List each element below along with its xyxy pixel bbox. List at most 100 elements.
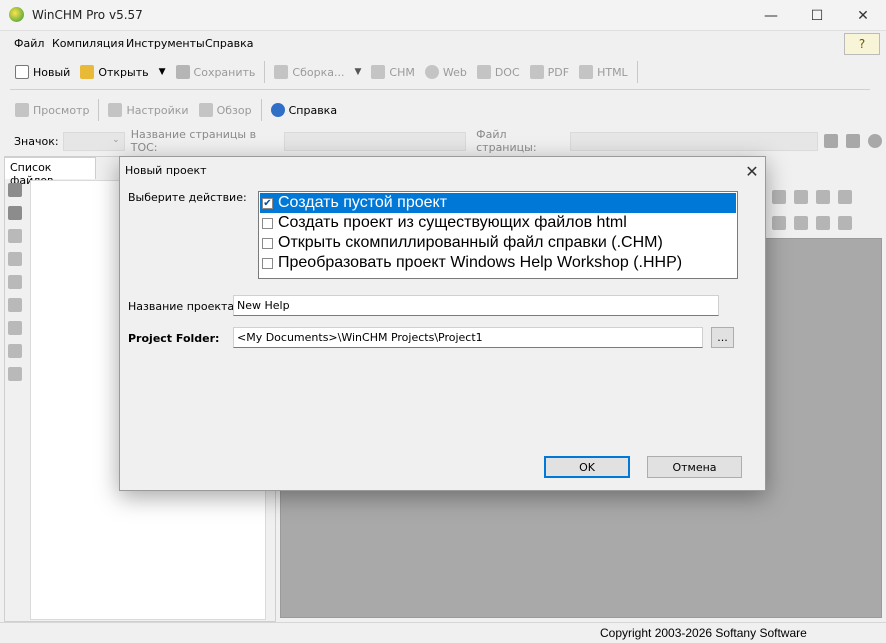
chm-label: CHM xyxy=(389,65,415,79)
build-dropdown-icon[interactable]: ▼ xyxy=(354,67,361,77)
format-toolbar xyxy=(766,186,884,236)
menu-tools[interactable]: Инструменты xyxy=(126,37,205,50)
help-icon xyxy=(270,103,285,117)
project-name-input[interactable]: New Help xyxy=(233,295,719,316)
page-properties-bar: Значок: ⌄ Название страницы в TOC: Файл … xyxy=(8,128,882,154)
choice-from-html[interactable]: Создать проект из существующих файлов ht… xyxy=(260,213,736,233)
numbered-list-icon[interactable] xyxy=(838,216,852,230)
chm-icon xyxy=(371,65,386,79)
move-right-icon[interactable] xyxy=(8,344,22,358)
checkbox-checked-icon[interactable]: ✔ xyxy=(262,197,273,209)
help-button[interactable]: Справка xyxy=(266,103,342,117)
add-icon[interactable] xyxy=(8,229,22,243)
delete-icon[interactable] xyxy=(8,252,22,266)
minimize-button[interactable]: — xyxy=(748,0,794,31)
preview-icon xyxy=(15,103,29,117)
html-button[interactable]: HTML xyxy=(574,65,633,79)
html-icon xyxy=(579,65,594,79)
build-button[interactable]: Сборка... ▼ xyxy=(269,65,366,79)
checkbox-icon[interactable] xyxy=(262,217,273,229)
save-button[interactable]: Сохранить xyxy=(171,65,261,79)
browse-icon xyxy=(198,103,213,117)
new-button[interactable]: Новый xyxy=(10,65,75,79)
settings-label: Настройки xyxy=(126,103,189,117)
preview-button[interactable]: Просмотр xyxy=(10,103,94,117)
bookmark-icon[interactable] xyxy=(846,134,860,148)
pdf-label: PDF xyxy=(547,65,570,79)
tab-file-list[interactable]: Список файлов xyxy=(4,157,96,187)
open-label: Открыть xyxy=(98,65,149,79)
icon-select[interactable]: ⌄ xyxy=(62,131,125,151)
align-right-icon[interactable] xyxy=(816,216,830,230)
align-center-icon[interactable] xyxy=(794,216,808,230)
doc-button[interactable]: DOC xyxy=(472,65,525,79)
indent-more-icon[interactable] xyxy=(838,190,852,204)
move-up-icon[interactable] xyxy=(8,275,22,289)
main-toolbar: Новый Открыть ▼ Сохранить Сборка... ▼ CHM … xyxy=(10,57,870,87)
open-button[interactable]: Открыть ▼ xyxy=(75,65,170,79)
open-dropdown-icon[interactable]: ▼ xyxy=(159,67,166,77)
save-label: Сохранить xyxy=(193,65,256,79)
dialog-title: Новый проект xyxy=(125,164,207,177)
browse-label: Обзор xyxy=(216,103,252,117)
menu-compile[interactable]: Компиляция xyxy=(52,37,124,50)
browse-folder-button[interactable]: ... xyxy=(711,327,734,348)
add-subtopic-icon[interactable] xyxy=(8,206,22,220)
cancel-button[interactable]: Отмена xyxy=(647,456,742,478)
maximize-button[interactable]: ☐ xyxy=(794,0,840,31)
choice-label: Открыть скомпиллированный файл справки (… xyxy=(278,234,663,251)
new-icon xyxy=(15,65,29,79)
save-icon xyxy=(175,65,190,79)
block-icon[interactable] xyxy=(868,134,882,148)
choice-empty-project[interactable]: ✔ Создать пустой проект xyxy=(260,193,736,213)
toc-title-input[interactable] xyxy=(283,131,467,151)
web-icon xyxy=(424,65,439,79)
move-down-icon[interactable] xyxy=(8,298,22,312)
outdent-icon[interactable] xyxy=(816,190,830,204)
page-file-label: Файл страницы: xyxy=(476,128,537,154)
move-left-icon[interactable] xyxy=(8,321,22,335)
menu-help[interactable]: Справка xyxy=(205,37,253,50)
window-title: WinCHM Pro v5.57 xyxy=(32,8,143,22)
app-icon xyxy=(9,7,24,22)
menu-file[interactable]: Файл xyxy=(14,37,44,50)
list-icon[interactable] xyxy=(772,190,786,204)
checkbox-icon[interactable] xyxy=(262,257,273,269)
separator xyxy=(98,99,100,121)
copyright-text: Copyright 2003-2026 Softany Software xyxy=(600,626,807,640)
new-label: Новый xyxy=(33,65,71,79)
file-list-sidebar xyxy=(8,183,26,390)
browse-button[interactable]: Обзор xyxy=(194,103,257,117)
align-left-icon[interactable] xyxy=(772,216,786,230)
page-icon[interactable] xyxy=(824,134,838,148)
action-list: ✔ Создать пустой проект Создать проект из… xyxy=(258,191,738,279)
project-folder-label: Project Folder: xyxy=(128,332,220,345)
close-button[interactable]: ✕ xyxy=(840,0,886,31)
build-icon xyxy=(274,65,289,79)
new-project-dialog: Новый проект ✕ Выберите действие: ✔ Созда… xyxy=(119,156,766,491)
status-bar: Copyright 2003-2026 Softany Software xyxy=(0,622,886,643)
web-button[interactable]: Web xyxy=(420,65,472,79)
project-folder-input[interactable]: <My Documents>\WinCHM Projects\Project1 xyxy=(233,327,703,348)
settings-button[interactable]: Настройки xyxy=(103,103,193,117)
help-label: Справка xyxy=(288,103,338,117)
choice-convert-hhp[interactable]: Преобразовать проект Windows Help Worksh… xyxy=(260,253,736,273)
chevron-down-icon: ⌄ xyxy=(112,134,120,145)
ok-button[interactable]: OK xyxy=(544,456,630,478)
add-topic-icon[interactable] xyxy=(8,183,22,197)
pdf-button[interactable]: PDF xyxy=(525,65,574,79)
dialog-close-button[interactable]: ✕ xyxy=(740,159,764,183)
checkbox-icon[interactable] xyxy=(262,237,273,249)
separator xyxy=(260,99,262,121)
help-book-icon[interactable]: ? xyxy=(844,33,880,55)
choice-open-chm[interactable]: Открыть скомпиллированный файл справки (… xyxy=(260,233,736,253)
web-label: Web xyxy=(442,65,467,79)
page-file-input[interactable] xyxy=(569,131,818,151)
add-link-icon[interactable] xyxy=(8,367,22,381)
separator xyxy=(636,61,638,83)
title-bar: WinCHM Pro v5.57 — ☐ ✕ xyxy=(0,0,886,31)
action-label: Выберите действие: xyxy=(128,191,247,204)
toc-title-label: Название страницы в TOC: xyxy=(130,128,257,154)
chm-button[interactable]: CHM xyxy=(366,65,419,79)
indent-icon[interactable] xyxy=(794,190,808,204)
